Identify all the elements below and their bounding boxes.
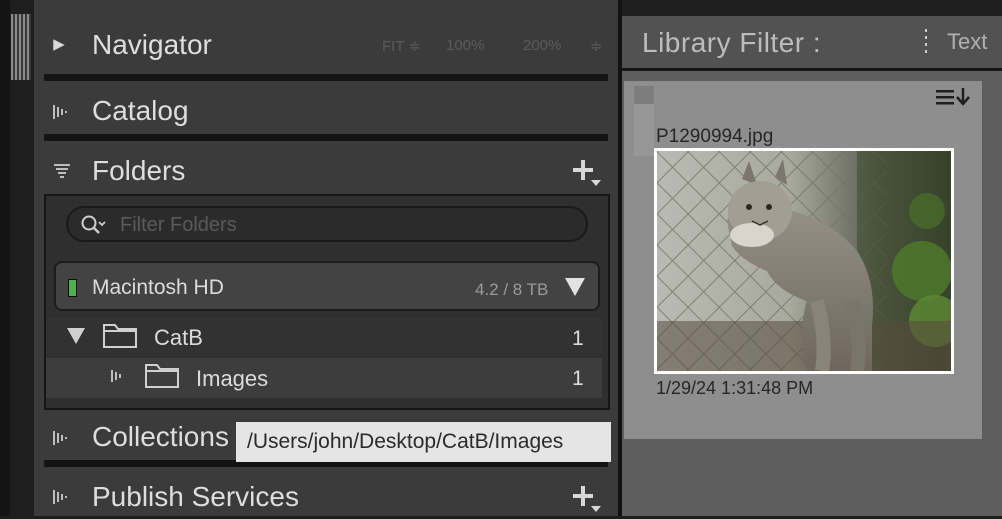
expanded-dotted-triangle-icon	[54, 164, 70, 178]
sort-order-icon[interactable]	[934, 86, 978, 112]
volume-name: Macintosh HD	[92, 276, 224, 299]
collapsed-dotted-triangle-icon	[53, 431, 67, 445]
catb-disclosure[interactable]	[66, 327, 86, 350]
zoom-200-option[interactable]: 200%	[523, 37, 561, 54]
volume-size: 4.2 / 8 TB	[475, 280, 549, 299]
folder-path-tooltip: /Users/john/Desktop/CatB/Images	[236, 422, 611, 462]
folder-count: 1	[572, 367, 584, 390]
plus-menu-icon	[573, 160, 601, 186]
flag-icon[interactable]	[634, 86, 654, 104]
folders-disclosure[interactable]	[53, 163, 71, 186]
catalog-title[interactable]: Catalog	[92, 95, 189, 127]
triangle-down-icon	[565, 278, 585, 296]
section-divider	[44, 134, 608, 141]
volume-collapse-button[interactable]	[564, 276, 586, 298]
photo-capture-date: 1/29/24 1:31:48 PM	[656, 378, 814, 398]
plus-menu-icon	[573, 486, 601, 512]
triangle-down-icon	[67, 328, 85, 344]
navigator-title[interactable]: Navigator	[92, 29, 212, 61]
expand-triangle-icon	[53, 39, 65, 51]
filter-folders-placeholder: Filter Folders	[120, 214, 237, 236]
folder-icon	[144, 361, 180, 394]
zoom-100-option[interactable]: 100%	[446, 37, 484, 54]
folder-icon	[102, 321, 138, 354]
publish-services-disclosure[interactable]	[52, 489, 72, 510]
catalog-disclosure[interactable]	[52, 104, 72, 125]
folder-name: Images	[196, 366, 269, 391]
publish-services-title[interactable]: Publish Services	[92, 481, 299, 513]
add-folder-button[interactable]	[570, 158, 602, 193]
window-edge	[0, 0, 10, 516]
collections-disclosure[interactable]	[52, 430, 72, 451]
folder-count: 1	[572, 327, 584, 350]
collapsed-dotted-triangle-icon	[53, 105, 67, 119]
search-icon[interactable]	[80, 214, 108, 236]
folder-row-images[interactable]	[46, 358, 602, 398]
vertical-dots-separator-icon	[920, 28, 932, 54]
section-divider	[44, 74, 608, 81]
photo-thumbnail[interactable]	[654, 148, 954, 374]
collapsed-dotted-triangle-icon	[53, 490, 67, 504]
images-disclosure[interactable]	[110, 369, 126, 388]
add-publish-service-button[interactable]	[570, 484, 602, 519]
folder-name: CatB	[154, 325, 203, 350]
zoom-more-stepper[interactable]: ≑	[590, 37, 603, 55]
collapsed-dotted-triangle-icon	[111, 370, 121, 382]
lynx-photo-icon	[657, 151, 951, 371]
library-filter-title: Library Filter :	[642, 27, 822, 58]
filter-tab-text[interactable]: Text	[947, 29, 987, 55]
panel-resize-grip[interactable]	[11, 14, 31, 80]
photo-filename: P1290994.jpg	[656, 126, 774, 147]
folders-title[interactable]: Folders	[92, 155, 185, 187]
zoom-fit-option[interactable]: FIT ≑	[382, 37, 421, 55]
volume-status-indicator	[68, 279, 77, 297]
navigator-header[interactable]	[52, 37, 66, 58]
collections-title[interactable]: Collections	[92, 421, 229, 453]
